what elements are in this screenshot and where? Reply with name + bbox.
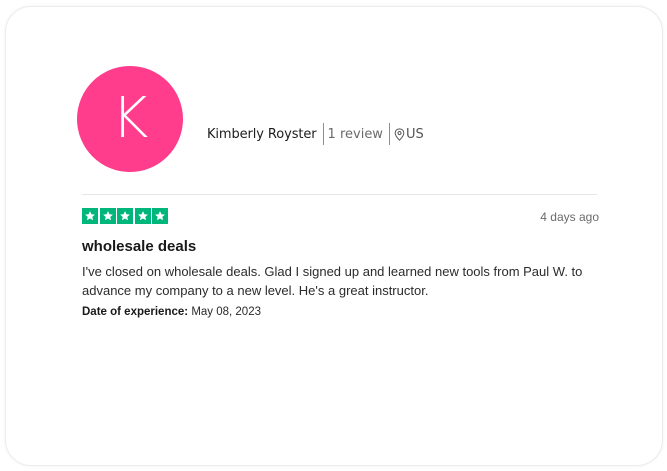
star-icon xyxy=(117,208,133,224)
experience-date: May 08, 2023 xyxy=(191,306,261,318)
reviewer-name[interactable]: Kimberly Royster xyxy=(207,127,317,142)
location-pin-icon xyxy=(394,127,405,141)
star-rating xyxy=(82,208,170,224)
star-icon xyxy=(82,208,98,224)
review-title[interactable]: wholesale deals xyxy=(82,238,196,255)
review-count: 1 review xyxy=(327,126,383,142)
experience-label: Date of experience: xyxy=(82,306,189,318)
star-icon xyxy=(152,208,168,224)
star-icon xyxy=(134,208,151,224)
review-body: I've closed on wholesale deals. Glad I s… xyxy=(82,264,583,298)
avatar[interactable]: K xyxy=(77,66,183,172)
review-date: 4 days ago xyxy=(540,210,599,224)
reviewer-location: US xyxy=(394,127,424,142)
star-icon xyxy=(99,208,116,224)
reviewer-info: Kimberly Royster 1 review US xyxy=(207,123,424,145)
divider xyxy=(82,194,597,195)
reviewer-country: US xyxy=(405,126,424,142)
date-of-experience: Date of experience: May 08, 2023 xyxy=(82,306,261,318)
separator xyxy=(388,123,390,145)
separator xyxy=(322,123,324,145)
